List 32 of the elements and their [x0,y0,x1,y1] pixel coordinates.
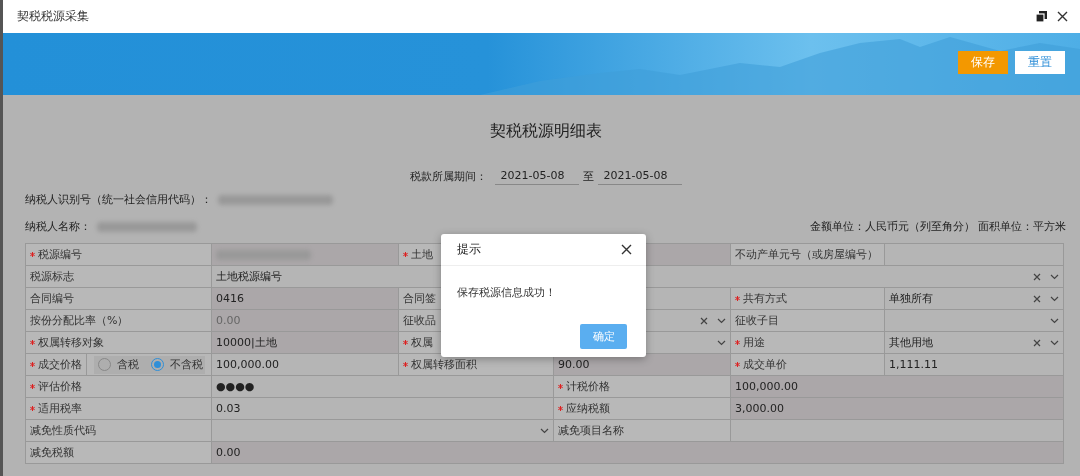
form-title: 契税税源明细表 [488,120,603,142]
label-text: 权属 [411,335,433,350]
label-text: 共有方式 [743,291,787,306]
label-text: 成交单价 [743,357,787,372]
label-text: 应纳税额 [566,401,610,416]
label-text: 合同编号 [30,291,74,306]
label-text: 用途 [743,335,765,350]
label-text: 征收品 [403,313,436,328]
label-text: 减免税额 [30,445,74,460]
label-text: 成交价格 [38,357,82,372]
label-text: 适用税率 [38,401,82,416]
label-text: 税源标志 [30,269,74,284]
dialog-message: 保存税源信息成功！ [457,285,556,301]
label-text: 征收子目 [735,313,779,328]
label-text: 土地 [411,247,433,262]
dialog-title: 提示 [457,241,481,258]
period-label: 税款所属期间： [409,168,487,184]
units-note: 金额单位：人民币元（列至角分） 面积单位：平方米 [809,219,1066,234]
label-text: 税源编号 [38,247,82,262]
label-text: 不动产单元号（或房屋编号） [735,247,878,262]
label-text: 合同签 [403,291,436,306]
window-title: 契税税源采集 [17,8,89,25]
label-text: 计税价格 [566,379,610,394]
period-separator: 至 [582,168,594,184]
label-text: 权属转移对象 [38,335,104,350]
taxpayer-id-label: 纳税人识别号（统一社会信用代码）： [25,192,212,207]
label-text: 权属转移面积 [411,357,477,372]
label-text: 减免项目名称 [558,423,624,438]
taxpayer-name-label: 纳税人名称： [25,219,91,234]
label-text: 按份分配比率（%） [30,313,129,328]
label-text: 减免性质代码 [30,423,96,438]
label-text: 评估价格 [38,379,82,394]
